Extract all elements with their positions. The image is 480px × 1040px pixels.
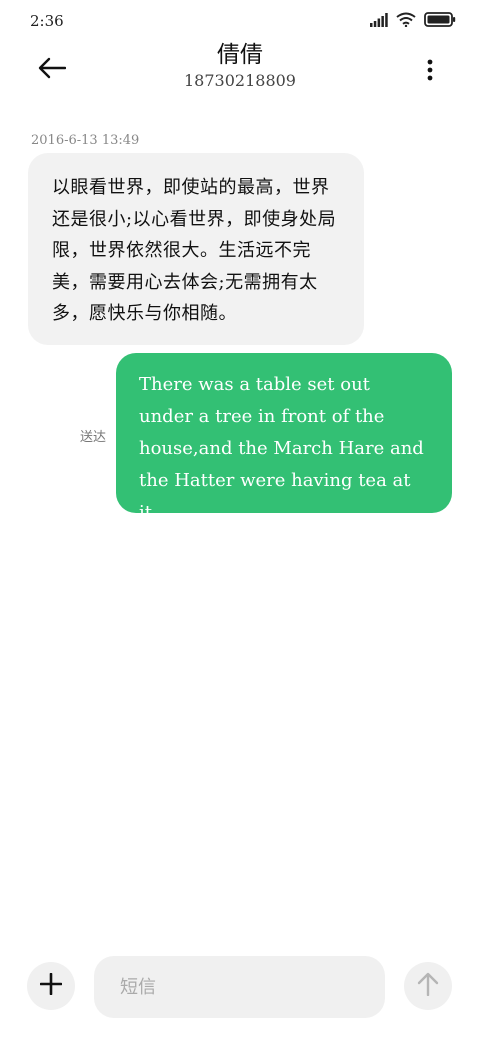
arrow-up-icon: [417, 972, 439, 1000]
contact-title: 倩倩 18730218809: [0, 40, 480, 92]
status-icons: [370, 12, 456, 31]
more-options-button[interactable]: [418, 56, 442, 88]
outgoing-message-bubble[interactable]: There was a table set out under a tree i…: [116, 353, 452, 523]
message-timestamp: 2016-6-13 13:49: [31, 133, 140, 148]
contact-phone-number: 18730218809: [184, 71, 296, 90]
incoming-message-bubble[interactable]: 以眼看世界，即使站的最高，世界还是很小;以心看世界，即使身处局限，世界依然很大。…: [28, 153, 364, 345]
status-bar: 2:36: [0, 0, 480, 42]
wifi-icon: [396, 12, 416, 31]
send-button[interactable]: [404, 962, 452, 1010]
composer-bar: [0, 950, 480, 1030]
battery-icon: [424, 12, 456, 31]
signal-icon: [370, 12, 388, 31]
message-input[interactable]: [94, 956, 385, 1018]
more-vertical-icon: [427, 59, 433, 85]
conversation-header: 倩倩 18730218809: [0, 40, 480, 104]
contact-name: 倩倩: [217, 42, 263, 68]
add-attachment-button[interactable]: [27, 962, 75, 1010]
delivery-status: 送达: [80, 430, 107, 445]
status-time: 2:36: [30, 12, 64, 30]
plus-icon: [39, 972, 63, 999]
